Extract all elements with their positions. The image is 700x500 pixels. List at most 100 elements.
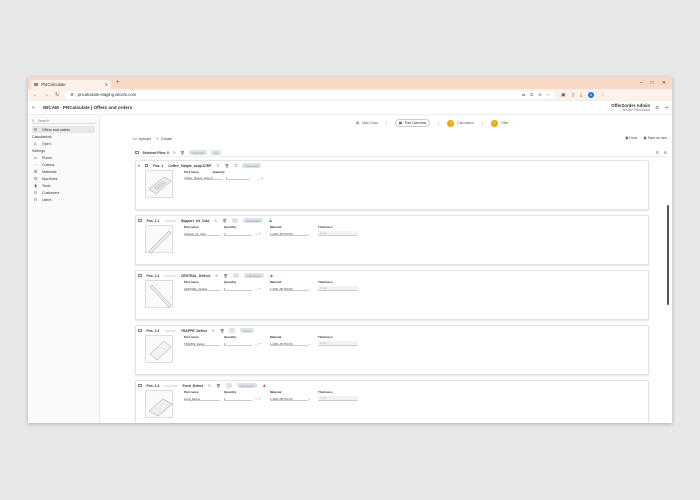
collapse-icon[interactable]: ▾ [138, 164, 140, 168]
scrollbar[interactable] [667, 205, 669, 305]
logout-icon[interactable]: ⇥ [664, 105, 668, 111]
sidebar-item-customers[interactable]: ☷ Customers [32, 189, 95, 196]
sidebar-item-open[interactable]: ▷ Open [32, 140, 95, 147]
search-input[interactable]: ⚲ Search [32, 118, 95, 124]
key-icon[interactable]: ⚿ [530, 92, 533, 97]
sidebar-item-users[interactable]: ☷ Users [32, 196, 95, 203]
step-calculation[interactable]: 3 Calculation [447, 119, 474, 127]
quantity-stepper[interactable]: – + [257, 176, 263, 181]
edit-icon[interactable]: ✎ [173, 151, 176, 155]
delete-icon[interactable]: 🗑 [223, 274, 228, 278]
selected-files-label: Selected Files: 0 [142, 150, 170, 155]
material-select[interactable]: 1.4301 2B X5CrNi [270, 287, 308, 291]
status-chip [232, 273, 239, 278]
url-field[interactable]: ⚙ pncalculate-staging.wicam.com ⇆ ⚿ ⊕ ☆ [65, 90, 556, 99]
forward-icon[interactable]: → [44, 92, 49, 98]
copy-icon[interactable]: ❐ [234, 164, 237, 168]
quantity-stepper[interactable]: – + [255, 396, 270, 401]
status-badge: Calculated [236, 383, 257, 388]
chevron-down-icon[interactable]: ⌄ [308, 342, 318, 346]
close-window-icon[interactable]: ✕ [662, 80, 666, 86]
thickness-input[interactable]: 1 mm [318, 341, 358, 346]
thickness-input[interactable]: 1 mm [318, 396, 358, 401]
browser-tab[interactable]: W PNCalculate ✕ [31, 80, 111, 89]
zoom-icon[interactable]: ⊕ [538, 92, 541, 97]
sidebar-item-tools[interactable]: ▮ Tools [32, 182, 95, 189]
save-as-new-button[interactable]: ▣ Save as new [643, 136, 667, 140]
settings-icon[interactable]: ⚙ [655, 105, 659, 111]
close-tab-icon[interactable]: ✕ [105, 82, 108, 87]
sidebar-item-materials[interactable]: ⊞ Materials [32, 168, 95, 175]
row-checkbox[interactable] [138, 328, 142, 333]
quantity-stepper[interactable]: – + [255, 341, 270, 346]
quantity-input[interactable]: 1 [224, 287, 252, 291]
site-info-icon[interactable]: ⚙ [70, 92, 74, 97]
step-offer[interactable]: 4 Offer [490, 119, 508, 127]
quantity-input[interactable]: 4 [224, 232, 252, 236]
part-name-input[interactable]: CENTRAL_Deflect [184, 287, 220, 291]
edit-icon[interactable]: ✎ [215, 274, 218, 278]
material-select[interactable]: 1.4301 2B X5CrNi [270, 342, 308, 346]
new-tab-button[interactable]: + [116, 80, 120, 86]
step-part-overview[interactable]: ▦ Part Overview [394, 119, 431, 127]
translate-icon[interactable]: ⇆ [522, 92, 525, 97]
back-icon[interactable]: ← [33, 92, 38, 98]
chevron-down-icon[interactable]: ⌄ [308, 232, 318, 236]
delete-icon[interactable]: 🗑 [180, 151, 185, 155]
edit-icon[interactable]: ✎ [214, 219, 217, 223]
quantity-input[interactable]: 1 [226, 176, 250, 180]
menu-icon[interactable]: ⋮ [600, 92, 605, 98]
collapse-icon[interactable]: « [32, 105, 35, 111]
maximize-icon[interactable]: □ [651, 80, 654, 86]
row-checkbox[interactable] [138, 383, 142, 388]
row-checkbox[interactable] [138, 218, 142, 223]
thickness-input[interactable]: 1 mm [318, 231, 358, 236]
go-chip[interactable]: Go [211, 150, 222, 155]
edit-icon[interactable]: ✎ [208, 384, 211, 388]
sidebar-item-machines[interactable]: ⊟ Machines [32, 175, 95, 182]
quantity-stepper[interactable]: – + [255, 286, 270, 291]
sidepanel-icon[interactable]: ▯ [571, 92, 573, 98]
part-name-input[interactable]: Fond_Defect [184, 397, 220, 401]
upload-button[interactable]: ▭ Upload [133, 136, 151, 142]
thickness-input[interactable]: 1 mm [318, 286, 358, 291]
part-name-input[interactable]: Support_int_Cold [184, 232, 220, 236]
bookmark-icon[interactable]: ☆ [547, 92, 551, 97]
chevron-down-icon[interactable]: ⌄ [308, 397, 318, 401]
material-select[interactable]: 1.4301 2B X5CrNi [270, 397, 308, 401]
delete-icon[interactable]: 🗑 [216, 384, 221, 388]
reload-icon[interactable]: ↻ [55, 92, 59, 98]
extension-icon[interactable]: ▣ [561, 92, 565, 98]
part-name-input[interactable]: TRAPPE_Defect [184, 342, 220, 346]
search-icon[interactable]: ⚲ [656, 150, 659, 155]
row-checkbox[interactable] [144, 163, 149, 168]
quantity-input[interactable]: 1 [224, 342, 252, 346]
minimize-icon[interactable]: – [640, 80, 643, 86]
step-label: Main Data [362, 121, 378, 125]
part-dims: 800x1080 [164, 383, 178, 388]
quantity-stepper[interactable]: – + [255, 231, 270, 236]
zoom-out-icon[interactable]: ⊖ [664, 150, 667, 155]
delete-icon[interactable]: 🗑 [220, 329, 225, 333]
material-select[interactable]: 1.4301 2B X5CrNi [270, 232, 308, 236]
part-name-input[interactable]: Coffee_Simple_shop.0... [184, 176, 222, 180]
edit-icon[interactable]: ✎ [217, 164, 220, 168]
sidebar-item-cuttons[interactable]: ◌ Cuttons [32, 161, 95, 168]
profile-avatar[interactable]: A [587, 91, 594, 98]
sidebar-item-label: Machines [42, 176, 58, 181]
create-button[interactable]: + Create [157, 136, 173, 141]
done-button[interactable]: ▣ Done [625, 136, 637, 140]
step-main-data[interactable]: ▤ Main Data [356, 121, 378, 125]
sidebar-item-offers[interactable]: ☰ Offers and orders [32, 126, 95, 133]
edit-icon[interactable]: ✎ [212, 329, 215, 333]
select-all-checkbox[interactable] [135, 150, 139, 155]
download-icon[interactable]: ⤓ [580, 92, 582, 97]
delete-icon[interactable]: 🗑 [222, 219, 227, 223]
calculate-chip[interactable]: Calculate [188, 150, 208, 155]
thickness-label: Thickness [318, 390, 333, 394]
quantity-input[interactable]: 1 [224, 397, 252, 401]
row-checkbox[interactable] [138, 273, 142, 278]
sidebar-item-prices[interactable]: ▭ Prices [32, 154, 95, 161]
delete-icon[interactable]: 🗑 [225, 164, 230, 168]
chevron-down-icon[interactable]: ⌄ [308, 287, 318, 291]
